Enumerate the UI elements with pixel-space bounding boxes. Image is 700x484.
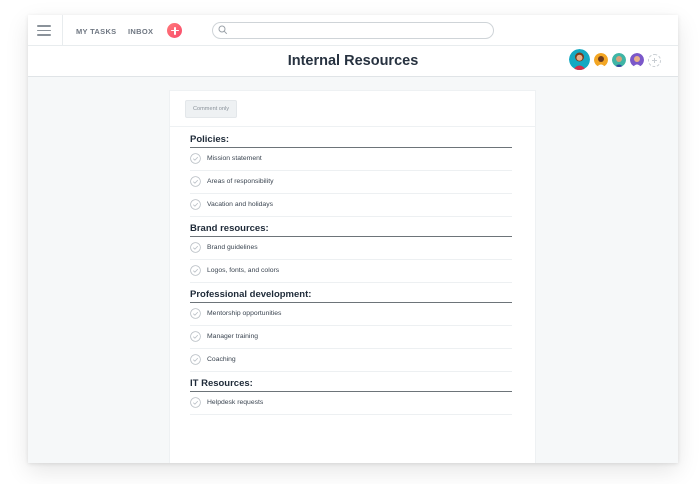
search-bar[interactable] [212, 22, 494, 39]
top-bar: MY TASKS INBOX [28, 15, 678, 46]
task-row[interactable]: Mission statement [190, 148, 512, 171]
task-label: Helpdesk requests [207, 399, 264, 406]
search-input[interactable] [231, 24, 481, 36]
checkmark-icon[interactable] [190, 242, 201, 253]
task-row[interactable]: Coaching [190, 349, 512, 372]
task-label: Brand guidelines [207, 244, 258, 251]
checkmark-icon[interactable] [190, 176, 201, 187]
checkmark-icon[interactable] [190, 331, 201, 342]
task-row[interactable]: Manager training [190, 326, 512, 349]
hamburger-icon[interactable] [37, 25, 51, 36]
comment-only-badge: Comment only [185, 100, 238, 118]
task-row[interactable]: Logos, fonts, and colors [190, 260, 512, 283]
task-row[interactable]: Helpdesk requests [190, 392, 512, 415]
task-row[interactable]: Brand guidelines [190, 237, 512, 260]
avatar[interactable] [612, 53, 626, 67]
divider [62, 15, 63, 45]
task-row[interactable]: Vacation and holidays [190, 194, 512, 217]
section-header: IT Resources: [190, 377, 512, 392]
task-row[interactable]: Areas of responsibility [190, 171, 512, 194]
task-label: Vacation and holidays [207, 201, 274, 208]
divider [170, 126, 535, 127]
checkmark-icon[interactable] [190, 153, 201, 164]
task-row[interactable]: Mentorship opportunities [190, 303, 512, 326]
add-member-icon[interactable] [648, 54, 661, 67]
checkmark-icon[interactable] [190, 199, 201, 210]
nav-inbox[interactable]: INBOX [128, 27, 153, 36]
task-label: Coaching [207, 356, 236, 363]
section-header: Professional development: [190, 288, 512, 303]
checkmark-icon[interactable] [190, 354, 201, 365]
document-card: Comment only Policies: Mission statement A… [170, 91, 535, 463]
task-list: Policies: Mission statement Areas of respo… [190, 133, 512, 415]
avatar[interactable] [569, 49, 590, 70]
quick-add-button[interactable] [167, 23, 182, 38]
nav-my-tasks[interactable]: MY TASKS [76, 27, 116, 36]
section-header: Brand resources: [190, 222, 512, 237]
project-header: Internal Resources [28, 46, 678, 77]
search-icon [218, 25, 228, 35]
task-label: Areas of responsibility [207, 178, 274, 185]
task-label: Mission statement [207, 155, 262, 162]
task-label: Logos, fonts, and colors [207, 267, 280, 274]
task-label: Manager training [207, 333, 259, 340]
avatar[interactable] [594, 53, 608, 67]
checkmark-icon[interactable] [190, 265, 201, 276]
task-label: Mentorship opportunities [207, 310, 282, 317]
app-window: MY TASKS INBOX Internal Resources Commen… [28, 15, 678, 463]
section-header: Policies: [190, 133, 512, 148]
checkmark-icon[interactable] [190, 308, 201, 319]
checkmark-icon[interactable] [190, 397, 201, 408]
avatar[interactable] [630, 53, 644, 67]
